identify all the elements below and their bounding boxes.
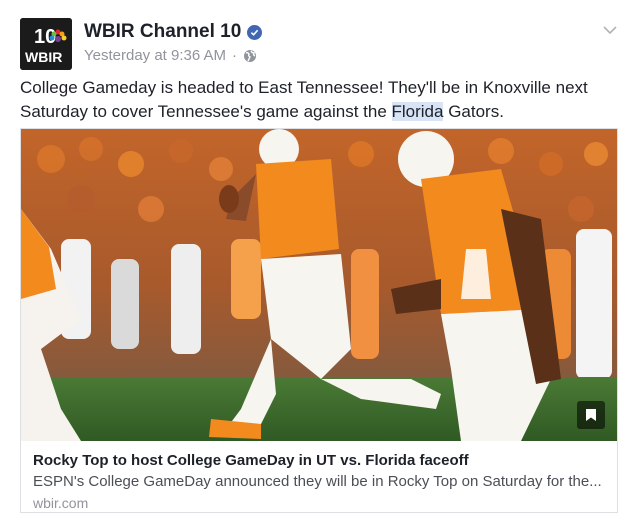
post-text-highlight: Florida [391, 102, 444, 121]
post-timestamp[interactable]: Yesterday at 9:36 AM [84, 47, 226, 64]
link-preview-image[interactable] [21, 129, 617, 441]
link-preview-info[interactable]: Rocky Top to host College GameDay in UT … [21, 441, 617, 512]
meta-separator: · [232, 47, 238, 64]
link-domain: wbir.com [33, 495, 89, 511]
post-text-end: Gators. [443, 102, 504, 121]
bookmark-icon[interactable] [577, 401, 605, 429]
post-meta: Yesterday at 9:36 AM · [84, 47, 257, 64]
page-name-link[interactable]: WBIR Channel 10 [84, 21, 241, 43]
wbir-logo: 10 WBIR [20, 18, 72, 70]
link-preview-card[interactable]: Rocky Top to host College GameDay in UT … [20, 128, 618, 513]
page-name-row: WBIR Channel 10 [84, 21, 263, 43]
globe-icon[interactable] [243, 49, 257, 63]
page-avatar[interactable]: 10 WBIR [20, 18, 72, 70]
facebook-post: 10 WBIR WBIR Channel 10 Yesterday at 9:3… [0, 0, 636, 523]
post-text: College Gameday is headed to East Tennes… [20, 76, 620, 124]
football-photo [21, 129, 617, 441]
verified-badge-icon [247, 24, 263, 40]
link-title[interactable]: Rocky Top to host College GameDay in UT … [33, 451, 605, 471]
logo-brand: WBIR [25, 49, 62, 65]
link-description: ESPN's College GameDay announced they wi… [33, 473, 602, 490]
chevron-down-icon[interactable] [602, 22, 618, 38]
